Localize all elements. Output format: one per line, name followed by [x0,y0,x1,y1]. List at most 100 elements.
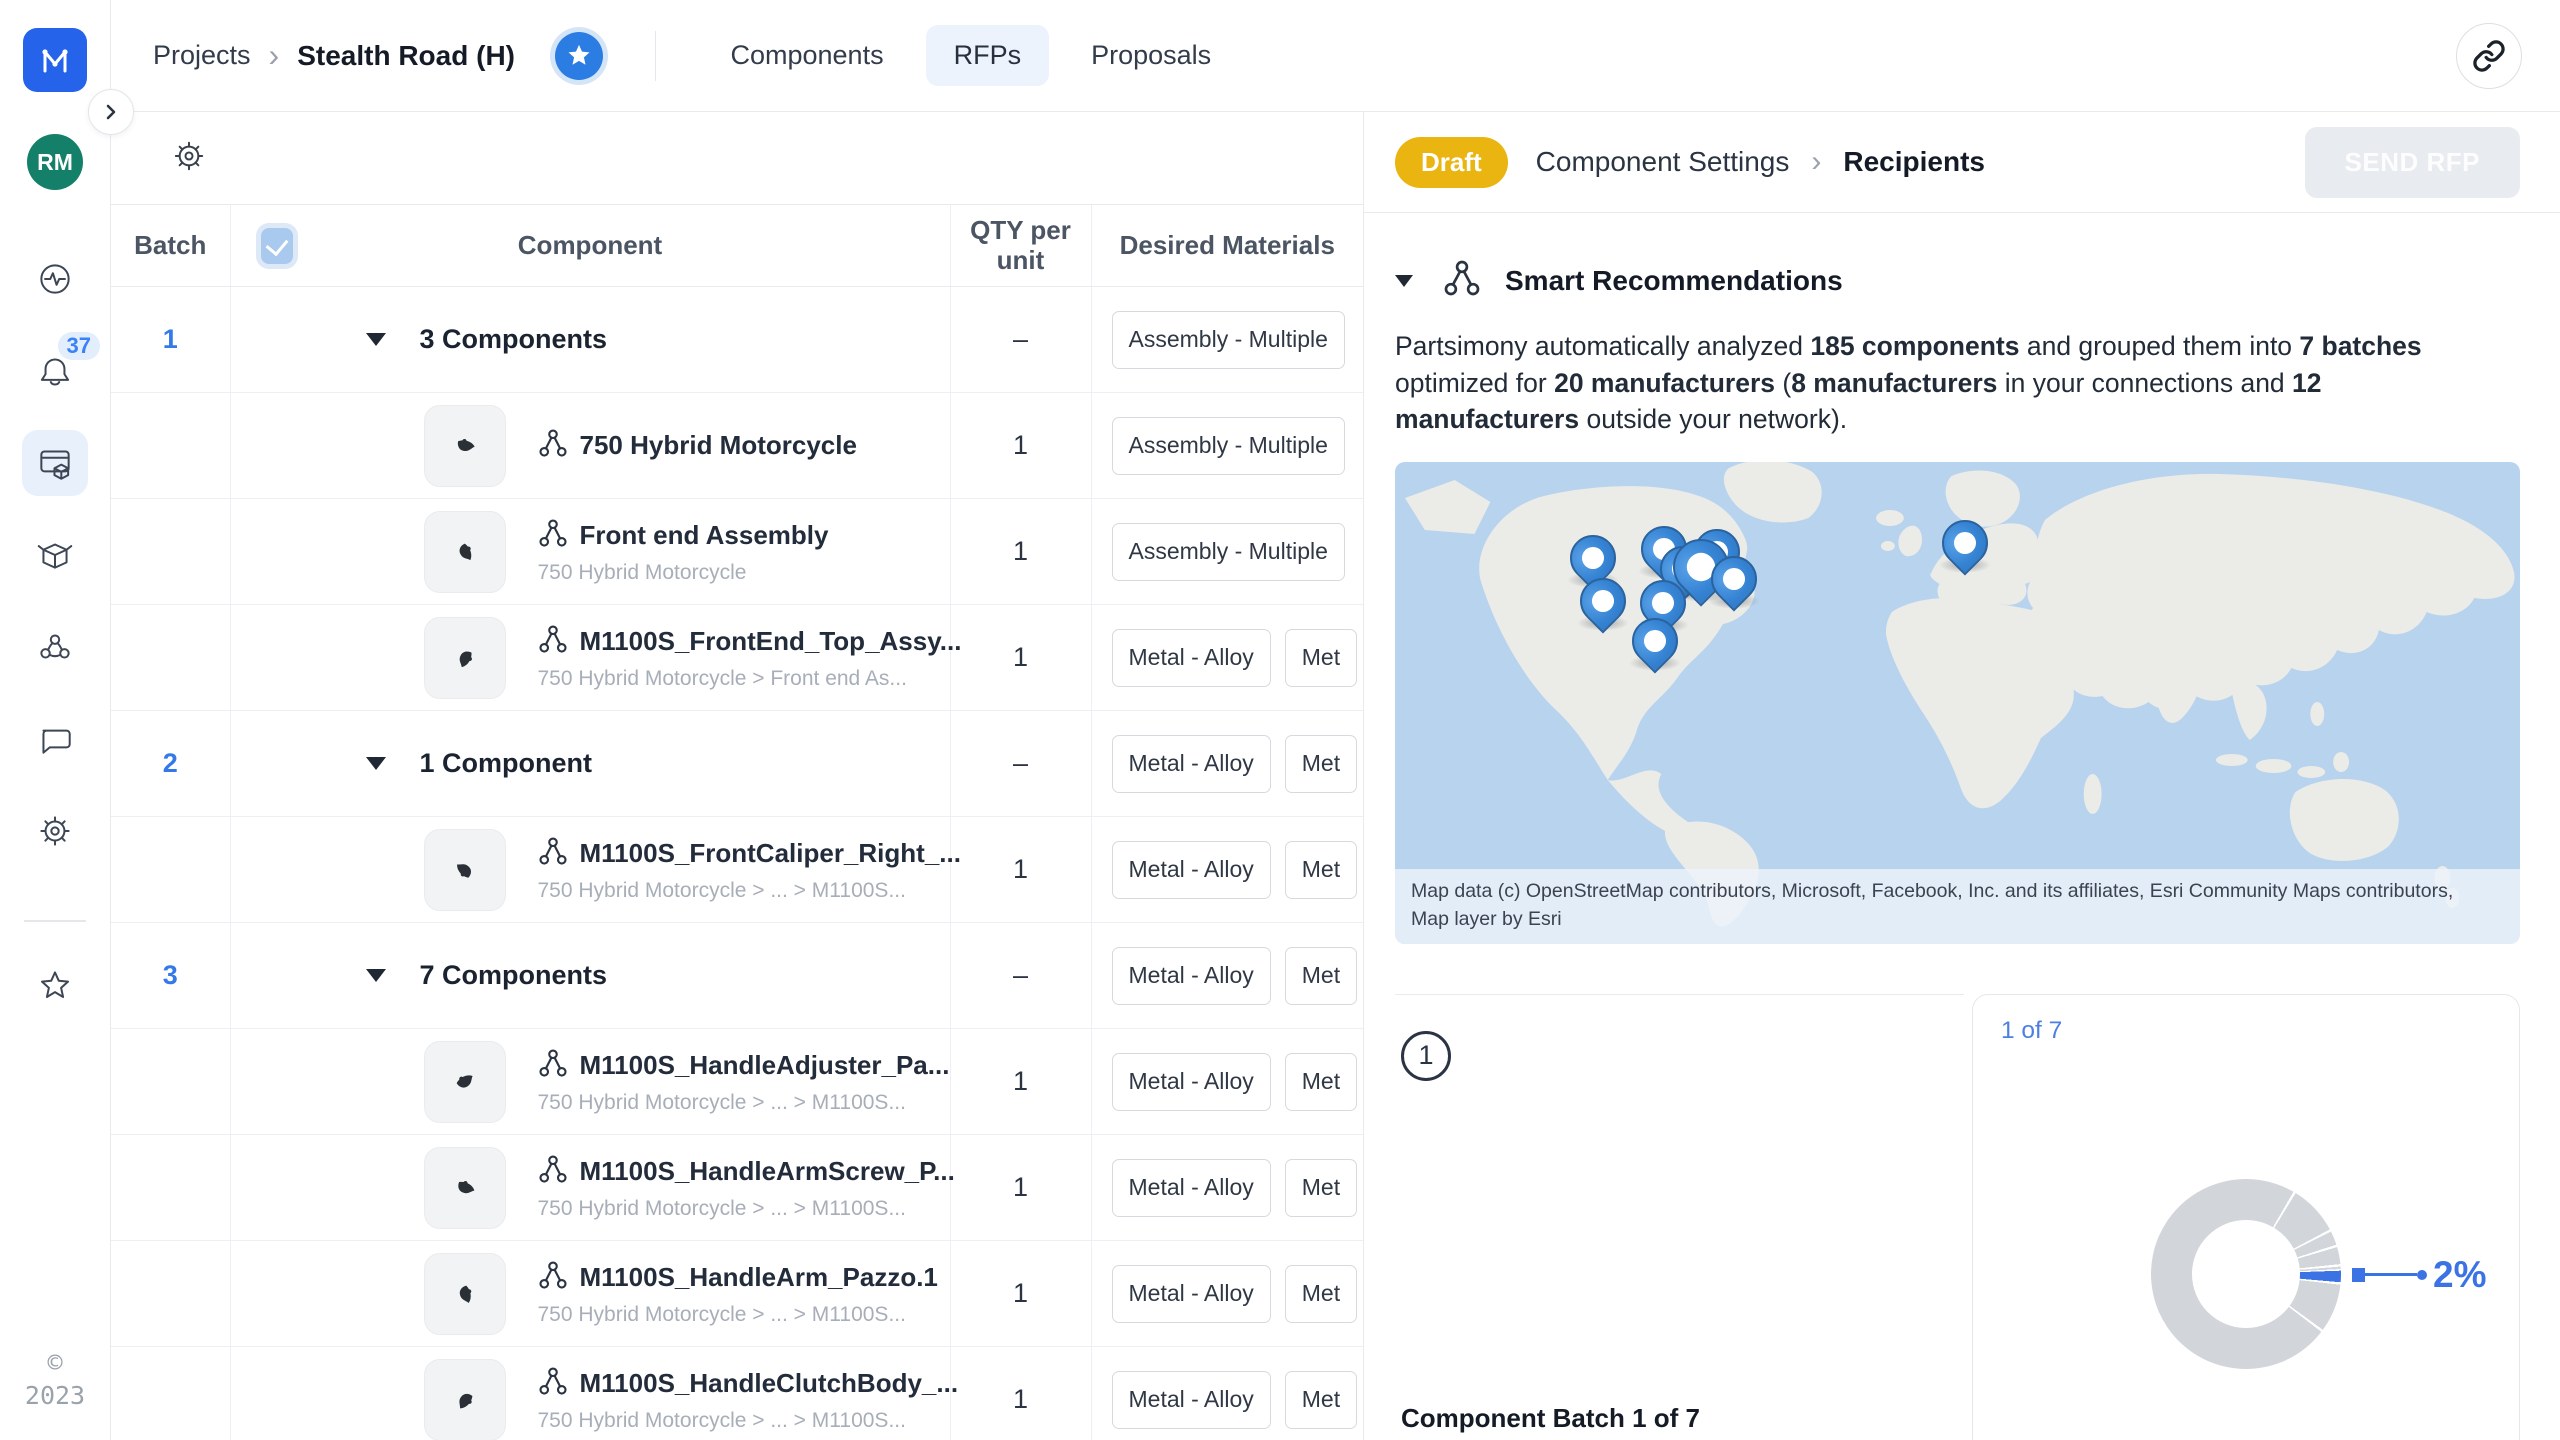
material-chip[interactable]: Met [1285,1371,1357,1429]
batch-chart-card: 1 of 7 2% [1972,994,2520,1440]
network-icon[interactable] [22,614,88,680]
star-icon[interactable] [22,952,88,1018]
component-name[interactable]: M1100S_HandleArmScrew_P... [580,1156,955,1187]
batch-group-row[interactable]: 21 Component–Metal - AlloyMet [111,711,1363,817]
collapse-caret-icon[interactable] [366,757,386,770]
collapse-caret-icon[interactable] [366,969,386,982]
material-chip[interactable]: Metal - Alloy [1112,629,1271,687]
avatar[interactable]: RM [27,134,83,190]
hierarchy-icon [1443,259,1481,302]
qty-value: 1 [950,1347,1091,1440]
material-chip[interactable]: Assembly - Multiple [1112,523,1345,581]
material-chip[interactable]: Met [1285,841,1357,899]
table-settings-gear-icon[interactable] [167,134,211,183]
send-rfp-button[interactable]: SEND RFP [2305,127,2520,198]
map-attribution: Map data (c) OpenStreetMap contributors,… [1395,869,2520,944]
tab-rfps[interactable]: RFPs [926,25,1050,86]
batch-detail-left: 1 Component Batch 1 of 7 [1395,994,1964,1440]
chat-icon[interactable] [22,706,88,772]
component-name[interactable]: M1100S_HandleArm_Pazzo.1 [580,1262,938,1293]
batch-group-row[interactable]: 37 Components–Metal - AlloyMet [111,923,1363,1029]
component-row[interactable]: M1100S_FrontEnd_Top_Assy...750 Hybrid Mo… [111,605,1363,711]
partsimony-logo-icon[interactable] [23,28,87,92]
component-row[interactable]: 750 Hybrid Motorcycle1Assembly - Multipl… [111,393,1363,499]
gear-icon[interactable] [22,798,88,864]
material-chip[interactable]: Met [1285,1053,1357,1111]
group-label: 1 Component [420,748,593,779]
materials-cell: Metal - AlloyMet [1091,711,1363,817]
component-name[interactable]: M1100S_FrontEnd_Top_Assy... [580,626,962,657]
donut-percent-label: 2% [2433,1254,2486,1296]
map-pin-icon[interactable] [1580,578,1626,624]
map-pin-icon[interactable] [1570,535,1616,581]
component-name[interactable]: M1100S_HandleClutchBody_... [580,1368,959,1399]
projects-icon[interactable] [22,430,88,496]
component-row[interactable]: M1100S_HandleAdjuster_Pa...750 Hybrid Mo… [111,1029,1363,1135]
map-pin-icon[interactable] [1632,618,1678,664]
breadcrumb-chevron-icon: › [269,37,280,74]
share-link-button[interactable] [2456,23,2522,89]
material-chip[interactable]: Metal - Alloy [1112,1371,1271,1429]
tab-components[interactable]: Components [702,25,911,86]
breadcrumb-projects[interactable]: Projects [153,40,251,71]
rfp-panel: Draft Component Settings › Recipients SE… [1363,112,2560,1440]
components-table: Batch Component QTY per unit Desired Mat… [111,204,1363,1440]
qty-value: 1 [950,817,1091,923]
material-chip[interactable]: Met [1285,1159,1357,1217]
component-thumbnail [424,829,506,911]
material-chip[interactable]: Metal - Alloy [1112,947,1271,1005]
section-caret-icon[interactable] [1395,275,1413,287]
component-hierarchy-icon [538,624,568,659]
breadcrumb-component-settings[interactable]: Component Settings [1536,146,1790,178]
batch-number[interactable]: 2 [163,748,178,778]
bell-icon[interactable]: 37 [22,338,88,404]
material-chip[interactable]: Metal - Alloy [1112,1159,1271,1217]
material-chip[interactable]: Metal - Alloy [1112,1265,1271,1323]
select-all-checkbox[interactable] [261,228,293,264]
qty-value: 1 [950,1135,1091,1241]
tab-proposals[interactable]: Proposals [1063,25,1239,86]
component-name[interactable]: M1100S_FrontCaliper_Right_... [580,838,961,869]
batch-number[interactable]: 3 [163,960,178,990]
batch-number[interactable]: 1 [163,324,178,354]
map-pin-icon[interactable] [1711,556,1757,602]
component-row[interactable]: M1100S_HandleArmScrew_P...750 Hybrid Mot… [111,1135,1363,1241]
material-chip[interactable]: Metal - Alloy [1112,1053,1271,1111]
material-chip[interactable]: Met [1285,629,1357,687]
activity-icon[interactable] [22,246,88,312]
box-icon[interactable] [22,522,88,588]
map-pin-icon[interactable] [1942,520,1988,566]
batch-donut-chart [2151,1179,2341,1369]
batch-group-row[interactable]: 1 3 Components –Assembly - Multiple [111,287,1363,393]
materials-cell: Assembly - Multiple [1091,499,1363,605]
smart-recommendations-header[interactable]: Smart Recommendations [1395,259,2520,302]
component-row[interactable]: M1100S_FrontCaliper_Right_...750 Hybrid … [111,817,1363,923]
component-path: 750 Hybrid Motorcycle > ... > M1100S... [538,1303,938,1327]
component-name[interactable]: Front end Assembly [580,520,829,551]
component-name[interactable]: M1100S_HandleAdjuster_Pa... [580,1050,950,1081]
recommendations-summary: Partsimony automatically analyzed 185 co… [1395,328,2487,438]
material-chip[interactable]: Assembly - Multiple [1112,311,1345,369]
collapse-caret-icon[interactable] [366,333,386,346]
component-name[interactable]: 750 Hybrid Motorcycle [580,430,857,461]
component-row[interactable]: M1100S_HandleArm_Pazzo.1 750 Hybrid Motor… [111,1241,1363,1347]
component-row[interactable]: M1100S_HandleClutchBody_...750 Hybrid Mo… [111,1347,1363,1440]
component-thumbnail [424,1359,506,1440]
collapse-sidebar-button[interactable] [88,89,134,135]
favorite-star-icon[interactable] [555,32,603,80]
material-chip[interactable]: Met [1285,1265,1357,1323]
left-rail: RM 37 [0,0,111,1440]
qty-value: – [950,287,1091,393]
material-chip[interactable]: Metal - Alloy [1112,841,1271,899]
component-row[interactable]: Front end Assembly750 Hybrid Motorcycle1… [111,499,1363,605]
material-chip[interactable]: Metal - Alloy [1112,735,1271,793]
qty-value: 1 [950,1241,1091,1347]
breadcrumb-recipients: Recipients [1843,146,1985,178]
material-chip[interactable]: Assembly - Multiple [1112,417,1345,475]
material-chip[interactable]: Met [1285,947,1357,1005]
rfp-panel-body: Smart Recommendations Partsimony automat… [1364,213,2560,1440]
manufacturers-map[interactable]: Map data (c) OpenStreetMap contributors,… [1395,462,2520,944]
panel-chevron-icon: › [1811,145,1821,179]
group-label: 3 Components [420,324,608,355]
material-chip[interactable]: Met [1285,735,1357,793]
